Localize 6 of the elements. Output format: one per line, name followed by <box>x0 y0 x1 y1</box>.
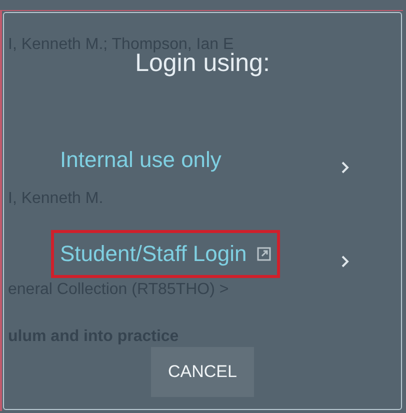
chevron-right-icon <box>341 254 349 268</box>
dialog-title: Login using: <box>135 49 271 78</box>
chevron-right-icon <box>341 160 349 174</box>
cancel-button[interactable]: CANCEL <box>151 347 254 397</box>
login-option[interactable]: Internal use only <box>51 136 230 184</box>
login-option[interactable]: Student/Staff Login <box>51 230 280 278</box>
